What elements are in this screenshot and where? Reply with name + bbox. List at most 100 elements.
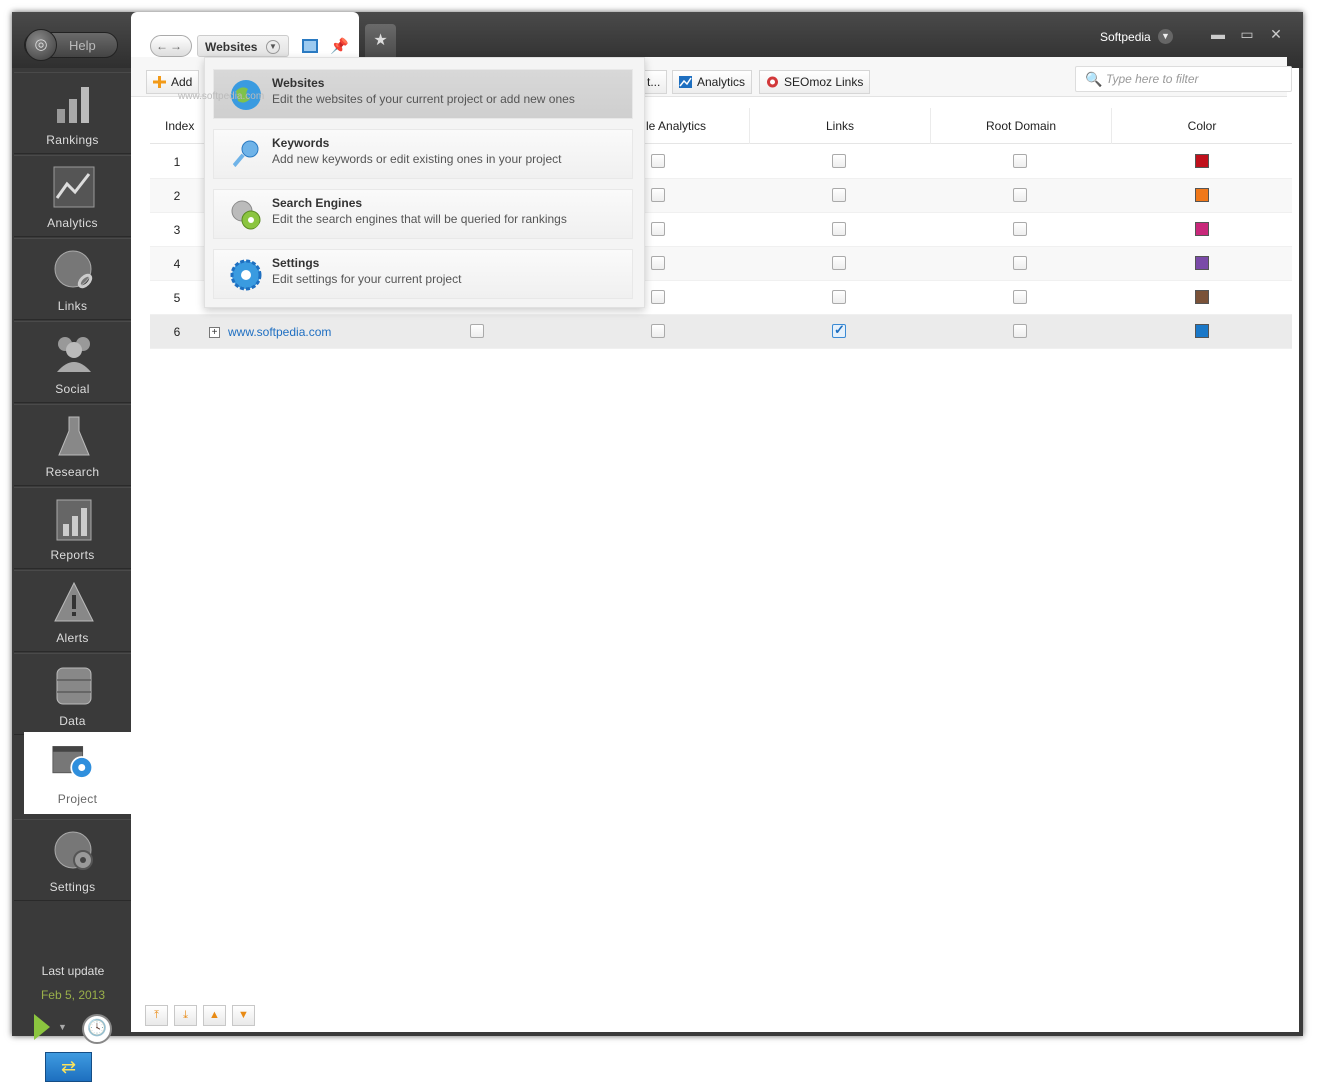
row-index: 6 (173, 325, 181, 339)
website-link[interactable]: www.softpedia.com (228, 325, 331, 339)
sidebar-label: Reports (50, 548, 95, 562)
user-menu-label[interactable]: Softpedia (1100, 30, 1151, 44)
add-plus-icon (153, 76, 166, 88)
menu-item-websites[interactable]: Websites Edit the websites of your curre… (213, 69, 633, 119)
chevron-down-icon[interactable]: ▼ (58, 1022, 67, 1032)
analytics-icon (679, 76, 692, 88)
sidebar-item-alerts[interactable]: Alerts (14, 570, 131, 652)
move-up-button[interactable]: ▲ (203, 1005, 226, 1026)
root-domain-checkbox[interactable] (1013, 154, 1027, 168)
move-bottom-button[interactable]: ⤓ (174, 1005, 197, 1026)
analytics-checkbox[interactable] (651, 222, 665, 236)
analytics-checkbox[interactable] (651, 256, 665, 270)
analytics-checkbox[interactable] (651, 188, 665, 202)
truncated-label: t... (647, 75, 661, 89)
help-button[interactable]: ◎ Help (24, 29, 118, 61)
root-domain-checkbox[interactable] (1013, 256, 1027, 270)
move-top-button[interactable]: ⤒ (145, 1005, 168, 1026)
root-domain-checkbox[interactable] (1013, 188, 1027, 202)
table-row[interactable]: 6 + www.softpedia.com (150, 315, 1292, 349)
analytics-checkbox[interactable] (651, 324, 665, 338)
project-gear-icon (52, 746, 94, 779)
sidebar-label: Links (57, 299, 88, 313)
analytics-checkbox[interactable] (651, 290, 665, 304)
menu-item-description: Edit the search engines that will be que… (272, 212, 567, 226)
move-up-icon: ▲ (209, 1009, 220, 1021)
breadcrumb-websites[interactable]: Websites ▼ (197, 35, 289, 57)
sync-arrows-icon[interactable]: ⇄ (45, 1052, 92, 1082)
sidebar-item-analytics[interactable]: Analytics (14, 155, 131, 237)
links-checkbox[interactable] (832, 188, 846, 202)
color-swatch[interactable] (1195, 256, 1209, 270)
pin-icon[interactable]: 📌 (330, 37, 349, 55)
sidebar: Rankings Analytics Links Social Research… (12, 68, 131, 1082)
back-arrow-icon[interactable]: ← (156, 39, 170, 53)
project-dropdown-menu: Websites Edit the websites of your curre… (204, 57, 645, 308)
chevron-down-icon[interactable]: ▼ (1158, 29, 1173, 44)
sidebar-item-settings[interactable]: Settings (14, 819, 131, 901)
color-swatch[interactable] (1195, 188, 1209, 202)
sidebar-label: Rankings (46, 133, 99, 147)
analytics-chart-icon (53, 166, 95, 208)
analytics-checkbox[interactable] (651, 154, 665, 168)
play-icon[interactable] (34, 1014, 50, 1040)
color-swatch[interactable] (1195, 324, 1209, 338)
column-header-links[interactable]: Links (750, 108, 931, 144)
menu-item-settings[interactable]: Settings Edit settings for your current … (213, 249, 633, 299)
film-icon[interactable] (302, 39, 318, 53)
forward-arrow-icon[interactable]: → (170, 39, 184, 53)
maximize-button[interactable]: ▭ (1237, 26, 1257, 43)
star-icon: ★ (373, 32, 388, 49)
sidebar-item-links[interactable]: Links (14, 238, 131, 320)
sidebar-label: Project (57, 792, 98, 806)
move-top-icon: ⤒ (154, 1009, 159, 1021)
settings-globe-gear-icon (54, 831, 93, 870)
sidebar-label: Alerts (56, 631, 89, 645)
color-swatch[interactable] (1195, 222, 1209, 236)
favorites-tab[interactable]: ★ (365, 24, 396, 58)
links-checkbox[interactable] (832, 290, 846, 304)
links-checkbox[interactable] (832, 256, 846, 270)
sidebar-item-social[interactable]: Social (14, 321, 131, 403)
links-checkbox[interactable] (832, 222, 846, 236)
sidebar-item-reports[interactable]: Reports (14, 487, 131, 569)
seomoz-links-button[interactable]: SEOmoz Links (759, 70, 871, 94)
watermark-text: www.softpedia.com (178, 91, 265, 102)
reports-document-icon (56, 499, 92, 541)
minimize-button[interactable]: ▬ (1208, 26, 1228, 42)
analytics-button[interactable]: Analytics (672, 70, 753, 94)
links-globe-chain-icon (54, 250, 93, 289)
analytics-label: Analytics (697, 75, 746, 89)
menu-item-keywords[interactable]: Keywords Add new keywords or edit existi… (213, 129, 633, 179)
column-header-root-domain[interactable]: Root Domain (931, 108, 1112, 144)
move-down-button[interactable]: ▼ (232, 1005, 255, 1026)
last-update-date: Feb 5, 2013 (40, 988, 106, 1002)
color-swatch[interactable] (1195, 290, 1209, 304)
row-index: 1 (173, 155, 181, 169)
root-domain-checkbox[interactable] (1013, 290, 1027, 304)
column-header-index[interactable]: Index (150, 108, 210, 144)
search-icon: 🔍 (1085, 71, 1103, 87)
nav-back-forward[interactable]: ←→ (150, 35, 192, 57)
links-checkbox[interactable] (832, 322, 846, 338)
clock-icon[interactable]: 🕓 (82, 1014, 112, 1044)
filter-input[interactable] (1106, 71, 1286, 87)
alerts-warning-icon (54, 581, 94, 622)
menu-item-search-engines[interactable]: Search Engines Edit the search engines t… (213, 189, 633, 239)
sidebar-item-data[interactable]: Data (14, 653, 131, 735)
close-button[interactable]: ✕ (1266, 26, 1286, 43)
root-domain-checkbox[interactable] (1013, 324, 1027, 338)
website-checkbox[interactable] (470, 324, 484, 338)
social-people-icon (57, 337, 91, 372)
root-domain-checkbox[interactable] (1013, 222, 1027, 236)
column-header-color[interactable]: Color (1112, 108, 1292, 144)
move-bottom-icon: ⤓ (183, 1009, 188, 1021)
expand-plus-icon[interactable]: + (209, 327, 220, 338)
research-flask-icon (58, 416, 90, 456)
sidebar-item-rankings[interactable]: Rankings (14, 72, 131, 154)
filter-field[interactable]: 🔍 (1075, 66, 1292, 92)
sidebar-item-research[interactable]: Research (14, 404, 131, 486)
links-checkbox[interactable] (832, 154, 846, 168)
color-swatch[interactable] (1195, 154, 1209, 168)
sidebar-item-project[interactable]: Project (24, 732, 131, 814)
